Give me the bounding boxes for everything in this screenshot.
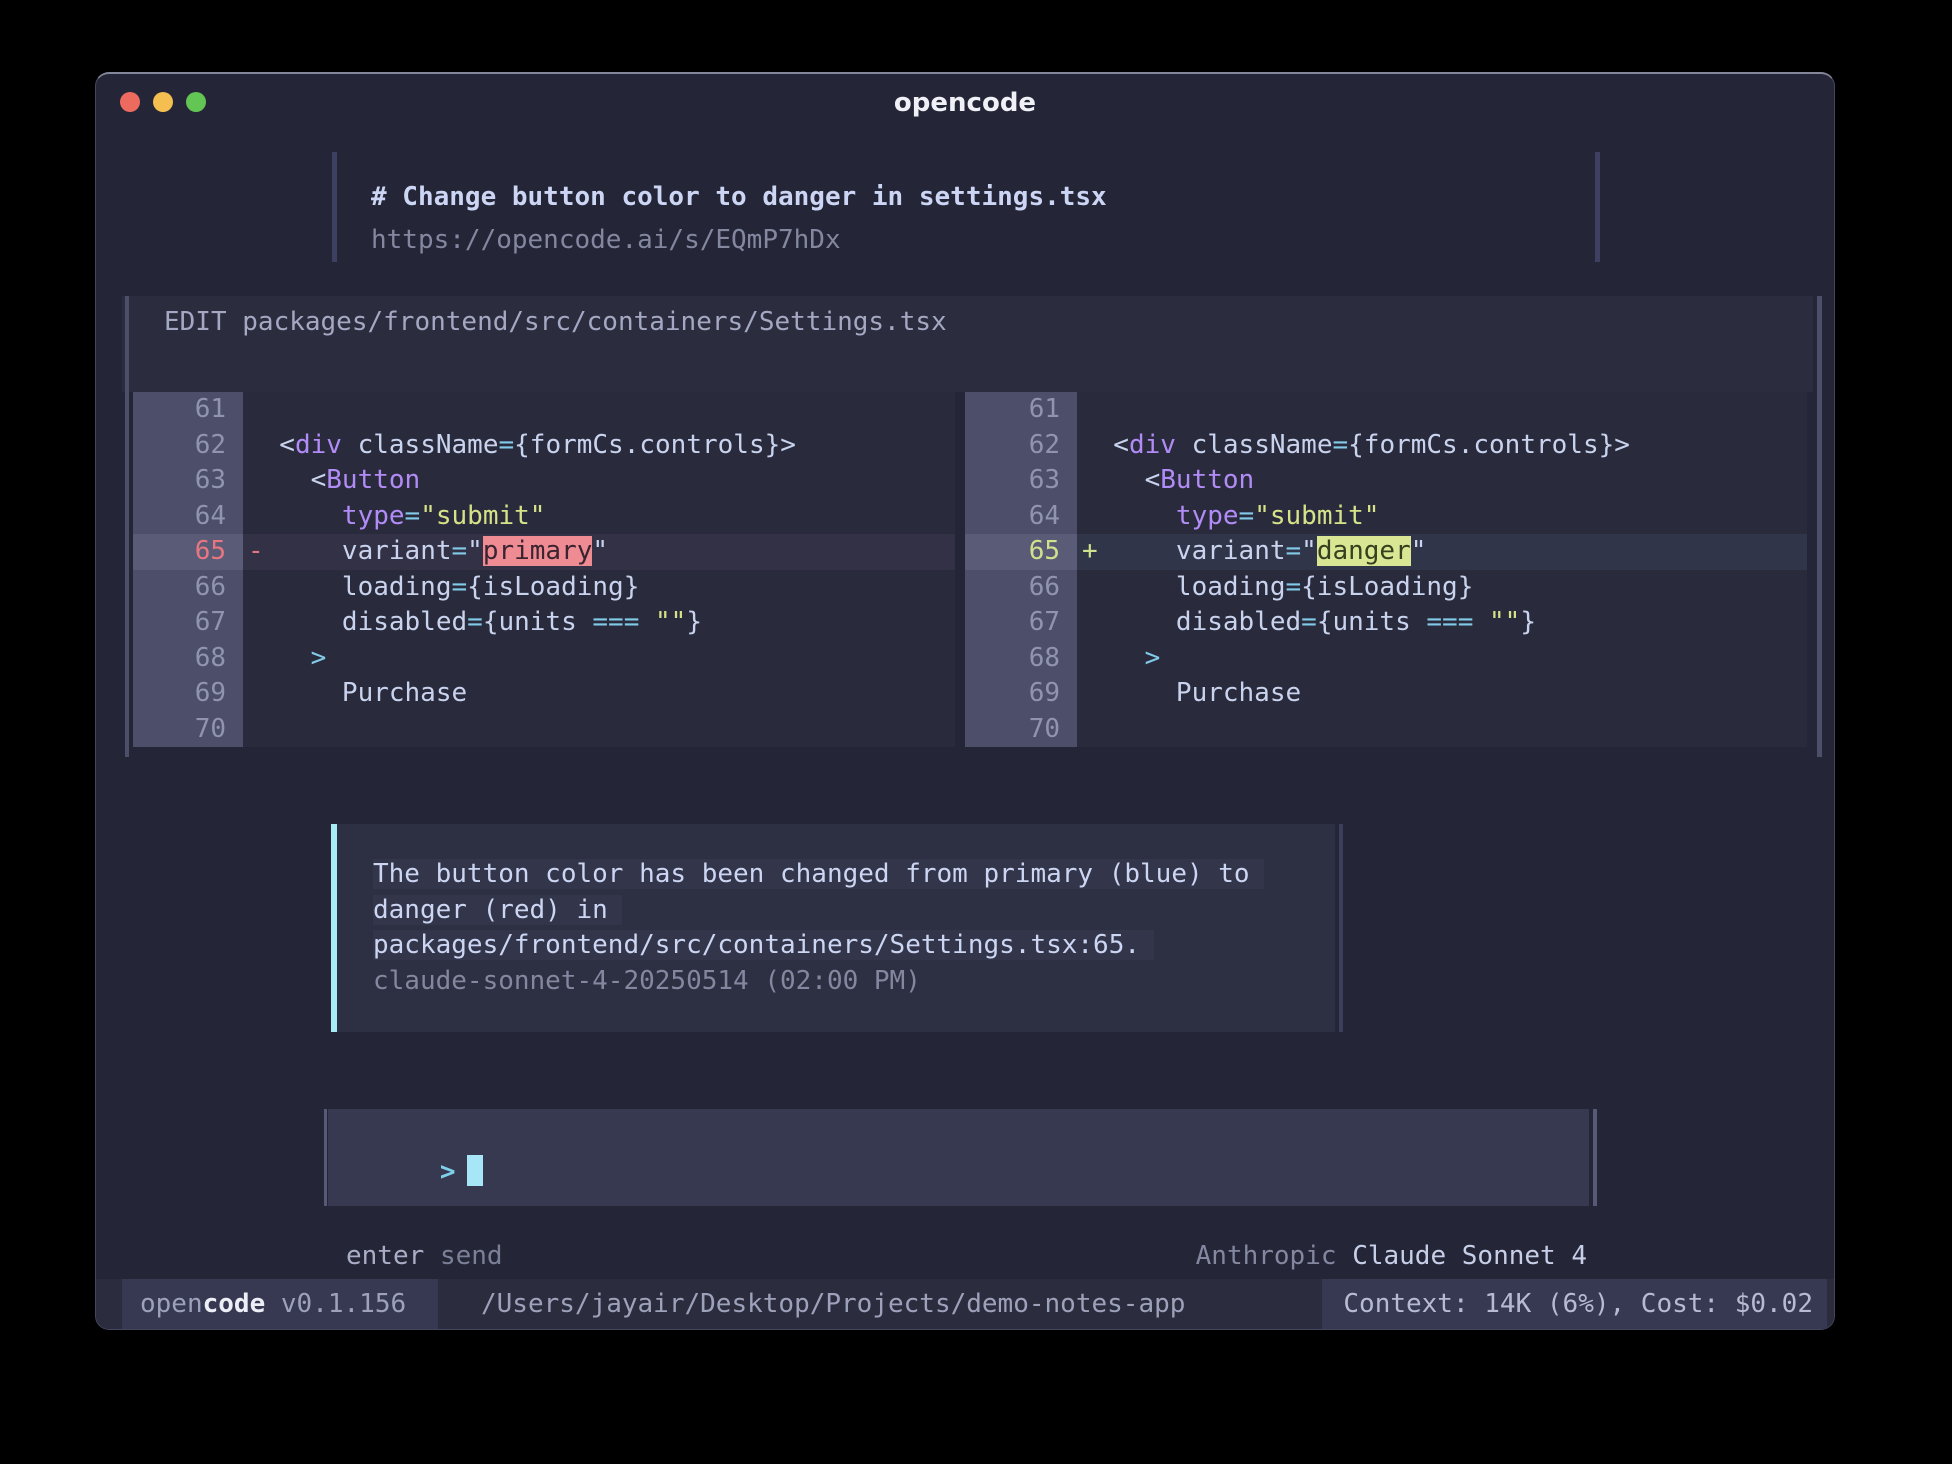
diff-line-number: 62 — [965, 428, 1077, 464]
assistant-message-meta: claude-sonnet-4-20250514 (02:00 PM) — [373, 964, 1264, 1000]
diff-old-gutter: 61626364656667686970 — [133, 392, 243, 747]
project-path: /Users/jayair/Desktop/Projects/demo-note… — [481, 1279, 1185, 1329]
assistant-message-right-border — [1339, 824, 1343, 1032]
diff-code-line: disabled={units === ""} — [243, 605, 955, 641]
diff-code-line: > — [243, 641, 955, 677]
diff-code-line — [1077, 712, 1807, 748]
diff-code-line: loading={isLoading} — [1077, 570, 1807, 606]
provider-label: Anthropic — [1196, 1241, 1337, 1271]
diff-line-number: 69 — [133, 676, 243, 712]
diff-line-number: 64 — [133, 499, 243, 535]
diff-line-number: 63 — [133, 463, 243, 499]
keybind-action — [424, 1241, 440, 1271]
diff-code-line: Purchase — [1077, 676, 1807, 712]
diff-line-number: 65 — [133, 534, 243, 570]
diff-new-code: <div className={formCs.controls}> <Butto… — [1077, 392, 1807, 747]
keybind-hint: enter send — [346, 1240, 503, 1273]
diff-line-number: 61 — [133, 392, 243, 428]
diff-line-number: 69 — [965, 676, 1077, 712]
app-version-segment: opencode v0.1.156 — [122, 1279, 438, 1329]
diff-line-number: 64 — [965, 499, 1077, 535]
diff-code-line: - variant="primary" — [243, 534, 955, 570]
diff-right-scrollbar[interactable] — [1817, 296, 1822, 757]
prompt-left-border — [324, 1109, 327, 1206]
prompt-input[interactable]: > — [328, 1109, 1589, 1206]
app-version: v0.1.156 — [265, 1289, 406, 1319]
assistant-message-line: packages/frontend/src/containers/Setting… — [373, 928, 1264, 964]
app-name-open: open — [140, 1289, 203, 1319]
session-share-url[interactable]: https://opencode.ai/s/EQmP7hDx — [371, 224, 841, 257]
diff-line-number: 66 — [133, 570, 243, 606]
diff-code-line: <div className={formCs.controls}> — [1077, 428, 1807, 464]
session-title: # Change button color to danger in setti… — [371, 181, 1107, 214]
diff-line-number: 62 — [133, 428, 243, 464]
diff-code-line: <div className={formCs.controls}> — [243, 428, 955, 464]
diff-code-line: <Button — [1077, 463, 1807, 499]
keybind-action-label: send — [440, 1241, 503, 1271]
edit-tool-panel: EDIT packages/frontend/src/containers/Se… — [122, 296, 1813, 392]
diff-line-number: 68 — [965, 641, 1077, 677]
diff-code-line — [243, 712, 955, 748]
diff-old-code: <div className={formCs.controls}> <Butto… — [243, 392, 955, 747]
assistant-message: The button color has been changed from p… — [331, 824, 1335, 1032]
diff-code-line: type="submit" — [1077, 499, 1807, 535]
diff-line-number: 67 — [965, 605, 1077, 641]
header-left-bar — [332, 152, 337, 262]
model-label: Claude Sonnet 4 — [1352, 1241, 1587, 1271]
assistant-message-line: The button color has been changed from p… — [373, 857, 1264, 893]
model-indicator: Anthropic Claude Sonnet 4 — [1196, 1240, 1587, 1273]
diff-code-line: loading={isLoading} — [243, 570, 955, 606]
context-cost-segment: Context: 14K (6%), Cost: $0.02 — [1322, 1279, 1827, 1329]
assistant-message-line: danger (red) in — [373, 893, 1264, 929]
diff-line-number: 63 — [965, 463, 1077, 499]
diff-line-number: 65 — [965, 534, 1077, 570]
diff-code-line: <Button — [243, 463, 955, 499]
header-right-bar — [1595, 152, 1600, 262]
diff-line-number: 66 — [965, 570, 1077, 606]
diff-line-number: 67 — [133, 605, 243, 641]
diff-code-line: type="submit" — [243, 499, 955, 535]
diff-line-number: 68 — [133, 641, 243, 677]
diff-code-line — [243, 392, 955, 428]
window-title: opencode — [96, 87, 1834, 119]
diff-new-gutter: 61626364656667686970 — [965, 392, 1077, 747]
diff-line-number: 61 — [965, 392, 1077, 428]
diff-line-number: 70 — [133, 712, 243, 748]
edit-tool-header: EDIT packages/frontend/src/containers/Se… — [164, 306, 947, 339]
app-name-code: code — [203, 1289, 266, 1319]
status-bar: opencode v0.1.156 /Users/jayair/Desktop/… — [96, 1279, 1834, 1329]
diff-left-scrollbar[interactable] — [125, 296, 129, 757]
text-cursor — [467, 1155, 483, 1186]
app-window: opencode # Change button color to danger… — [95, 72, 1835, 1330]
prompt-right-border — [1593, 1109, 1597, 1206]
diff-line-number: 70 — [965, 712, 1077, 748]
prompt-symbol: > — [440, 1157, 456, 1187]
diff-code-line: Purchase — [243, 676, 955, 712]
keybind-key: enter — [346, 1241, 424, 1271]
diff-code-line: + variant="danger" — [1077, 534, 1807, 570]
diff-code-line — [1077, 392, 1807, 428]
diff-code-line: > — [1077, 641, 1807, 677]
diff-code-line: disabled={units === ""} — [1077, 605, 1807, 641]
